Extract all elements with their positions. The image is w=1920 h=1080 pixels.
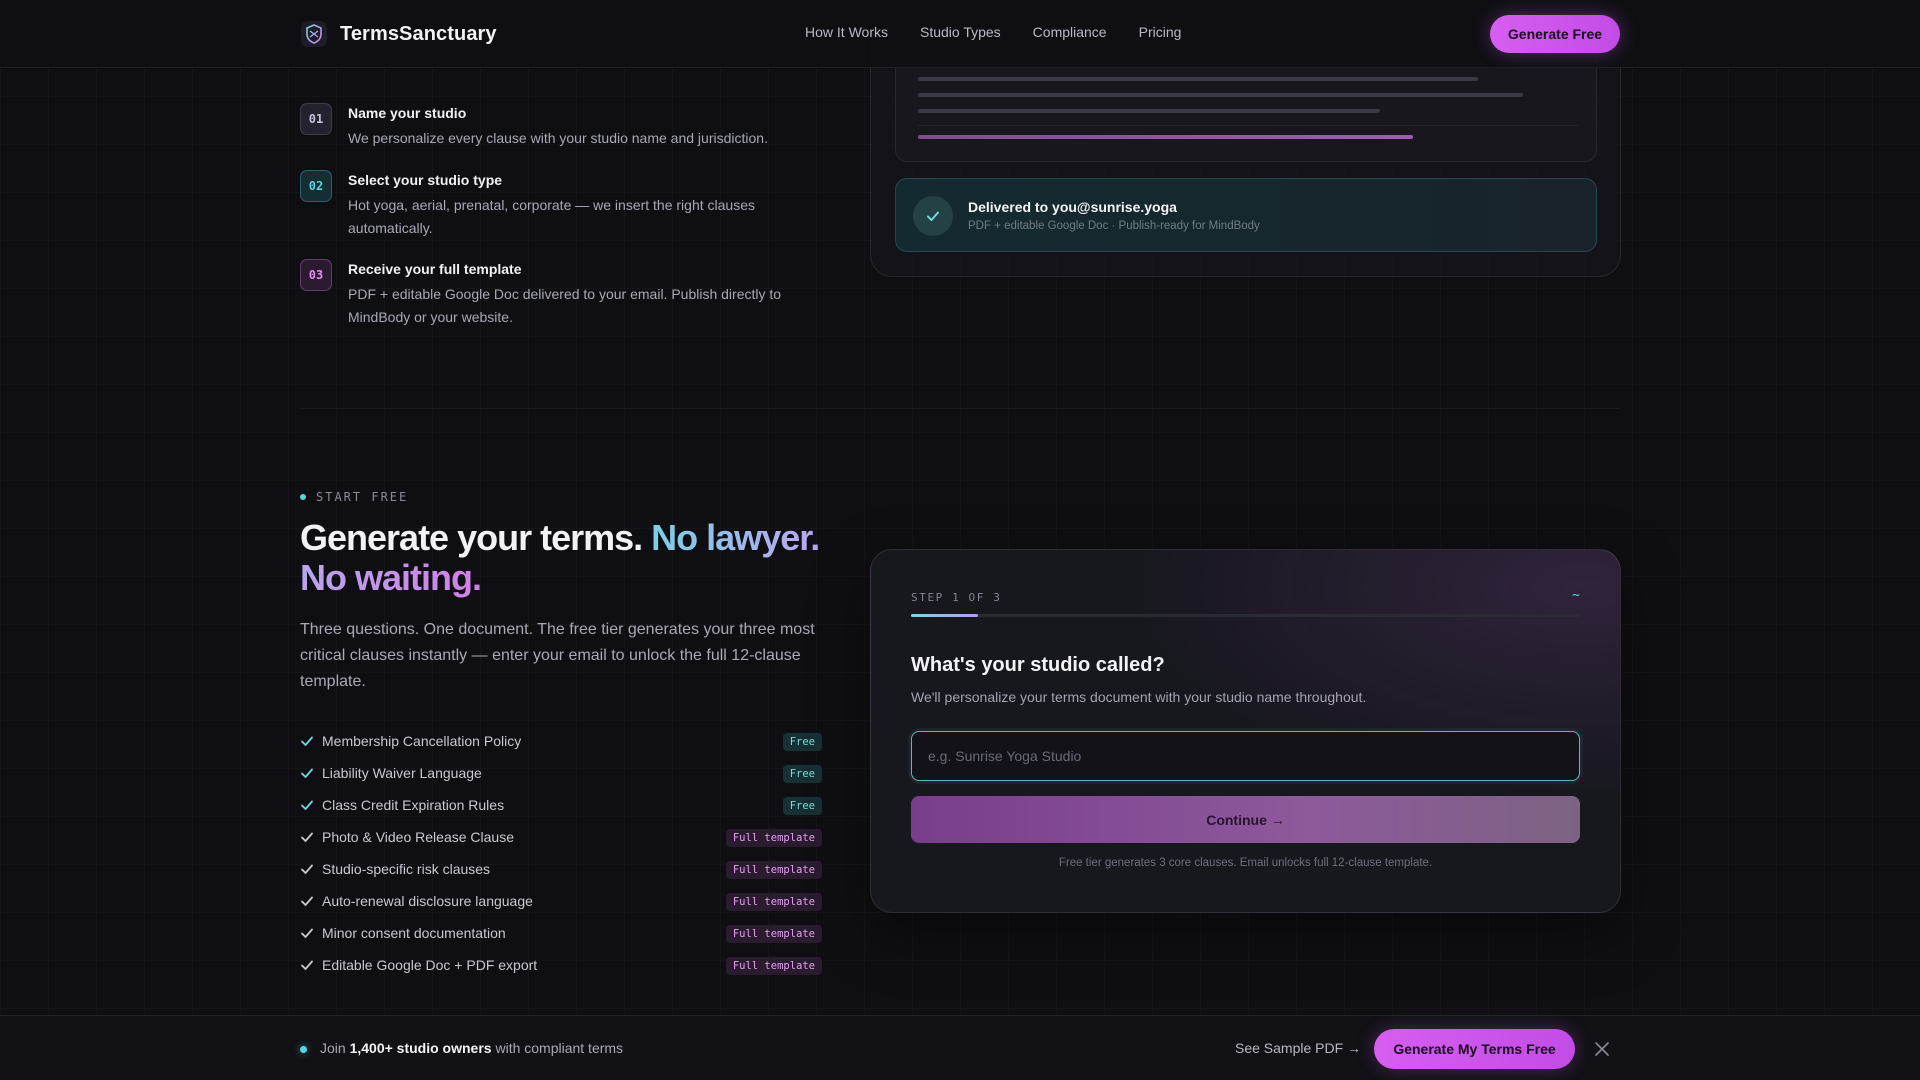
feature-label: Liability Waiver Language <box>322 765 482 781</box>
tier-badge: Full template <box>725 829 822 847</box>
feature-label: Auto-renewal disclosure language <box>322 893 533 909</box>
tier-badge: Free <box>782 765 822 783</box>
delivered-subtitle: PDF + editable Google Doc · Publish-read… <box>968 220 1260 232</box>
step-title: Receive your full template <box>348 261 522 277</box>
delivered-title: Delivered to you@sunrise.yoga <box>968 199 1177 215</box>
section-headline: Generate your terms. No lawyer. No waiti… <box>300 518 860 598</box>
generate-free-button[interactable]: Generate Free <box>1490 15 1620 53</box>
social-proof-prefix: Join <box>320 1040 350 1056</box>
check-circle <box>913 196 953 236</box>
section-divider <box>300 408 1620 409</box>
check-icon <box>301 896 313 906</box>
doc-text-line <box>918 77 1478 81</box>
section-lead: Three questions. One document. The free … <box>300 621 815 690</box>
shield-logo-icon <box>301 21 327 47</box>
nav-link-studio-types[interactable]: Studio Types <box>920 24 1001 40</box>
step-number: 01 <box>300 103 332 135</box>
step-title: Name your studio <box>348 105 467 121</box>
status-dot <box>300 1046 307 1053</box>
progress-bar <box>911 614 1580 617</box>
check-icon <box>301 864 313 874</box>
check-icon <box>301 768 313 778</box>
eyebrow-text: START FREE <box>316 490 409 504</box>
section-eyebrow: START FREE <box>300 490 408 504</box>
feature-label: Studio-specific risk clauses <box>322 861 491 877</box>
eyebrow-dot <box>300 494 306 500</box>
tier-badge: Full template <box>725 861 822 879</box>
headline-plain: Generate your terms. <box>300 517 643 558</box>
step-2: 02 Select your studio type Hot yoga, aer… <box>300 170 788 240</box>
see-sample-pdf-link[interactable]: See Sample PDF → <box>1235 1040 1361 1056</box>
step-number: 03 <box>300 259 332 291</box>
list-item: Minor consent documentation Full templat… <box>300 917 822 949</box>
tier-badge: Full template <box>725 957 822 975</box>
studio-name-input[interactable] <box>911 731 1580 781</box>
list-item: Auto-renewal disclosure language Full te… <box>300 885 822 917</box>
form-question-subtext: We'll personalize your terms document wi… <box>911 689 1367 705</box>
tier-badge: Full template <box>725 925 822 943</box>
step-description: Hot yoga, aerial, prenatal, corporate — … <box>348 197 755 236</box>
continue-button[interactable]: Continue → <box>911 796 1580 843</box>
tier-badge: Free <box>782 797 822 815</box>
tier-badge: Free <box>782 733 822 751</box>
step-progress-label: STEP 1 OF 3 <box>911 591 1002 604</box>
step-number: 02 <box>300 170 332 202</box>
form-question: What's your studio called? <box>911 654 1165 676</box>
doc-divider <box>918 125 1578 126</box>
step-3: 03 Receive your full template PDF + edit… <box>300 259 788 329</box>
brand[interactable]: TermsSanctuary <box>300 20 497 48</box>
check-icon <box>301 736 313 746</box>
list-item: Liability Waiver Language Free <box>300 757 822 789</box>
nav-links: How It Works Studio Types Compliance Pri… <box>805 24 1181 40</box>
progress-fill <box>911 614 978 617</box>
nav-link-how-it-works[interactable]: How It Works <box>805 24 888 40</box>
list-item: Studio-specific risk clauses Full templa… <box>300 853 822 885</box>
list-item: Photo & Video Release Clause Full templa… <box>300 821 822 853</box>
doc-text-line <box>918 109 1380 113</box>
step-content: Select your studio type Hot yoga, aerial… <box>348 170 788 240</box>
generate-my-terms-button[interactable]: Generate My Terms Free <box>1374 1029 1575 1069</box>
step-title: Select your studio type <box>348 172 503 188</box>
check-icon <box>301 800 313 810</box>
brand-name: TermsSanctuary <box>340 22 497 45</box>
nav-link-compliance[interactable]: Compliance <box>1033 24 1107 40</box>
feature-label: Membership Cancellation Policy <box>322 733 522 749</box>
delivered-notice: Delivered to you@sunrise.yoga PDF + edit… <box>895 178 1597 252</box>
step-description: PDF + editable Google Doc delivered to y… <box>348 286 782 325</box>
social-proof-highlight: 1,400+ studio owners <box>349 1040 492 1056</box>
step-content: Receive your full template PDF + editabl… <box>348 259 788 329</box>
studio-form-card: STEP 1 OF 3 ~ What's your studio called?… <box>870 549 1621 913</box>
social-proof-text: Join 1,400+ studio owners with compliant… <box>320 1040 623 1056</box>
step-1: 01 Name your studio We personalize every… <box>300 103 788 150</box>
list-item: Editable Google Doc + PDF export Full te… <box>300 949 822 981</box>
tier-badge: Full template <box>725 893 822 911</box>
list-item: Class Credit Expiration Rules Free <box>300 789 822 821</box>
top-navigation: TermsSanctuary How It Works Studio Types… <box>0 0 1920 68</box>
sticky-cta-bar: Join 1,400+ studio owners with compliant… <box>0 1015 1920 1080</box>
check-icon <box>301 960 313 970</box>
close-icon[interactable] <box>1594 1041 1610 1057</box>
check-icon <box>301 832 313 842</box>
doc-text-line <box>918 93 1523 97</box>
check-icon <box>927 211 939 221</box>
feature-label: Editable Google Doc + PDF export <box>322 957 538 973</box>
feature-label: Minor consent documentation <box>322 925 506 941</box>
nav-link-pricing[interactable]: Pricing <box>1139 24 1182 40</box>
doc-highlight-line <box>918 135 1413 139</box>
delivery-preview-card: Delivered to you@sunrise.yoga PDF + edit… <box>870 40 1621 277</box>
check-icon <box>301 928 313 938</box>
step-content: Name your studio We personalize every cl… <box>348 103 788 150</box>
social-proof-suffix: with compliant terms <box>491 1040 624 1056</box>
list-item: Membership Cancellation Policy Free <box>300 725 822 757</box>
feature-list: Membership Cancellation Policy Free Liab… <box>300 725 822 981</box>
step-description: We personalize every clause with your st… <box>348 130 768 146</box>
feature-label: Class Credit Expiration Rules <box>322 797 505 813</box>
feature-label: Photo & Video Release Clause <box>322 829 514 845</box>
step-progress-mark: ~ <box>1572 588 1580 603</box>
form-footnote: Free tier generates 3 core clauses. Emai… <box>1058 857 1433 869</box>
